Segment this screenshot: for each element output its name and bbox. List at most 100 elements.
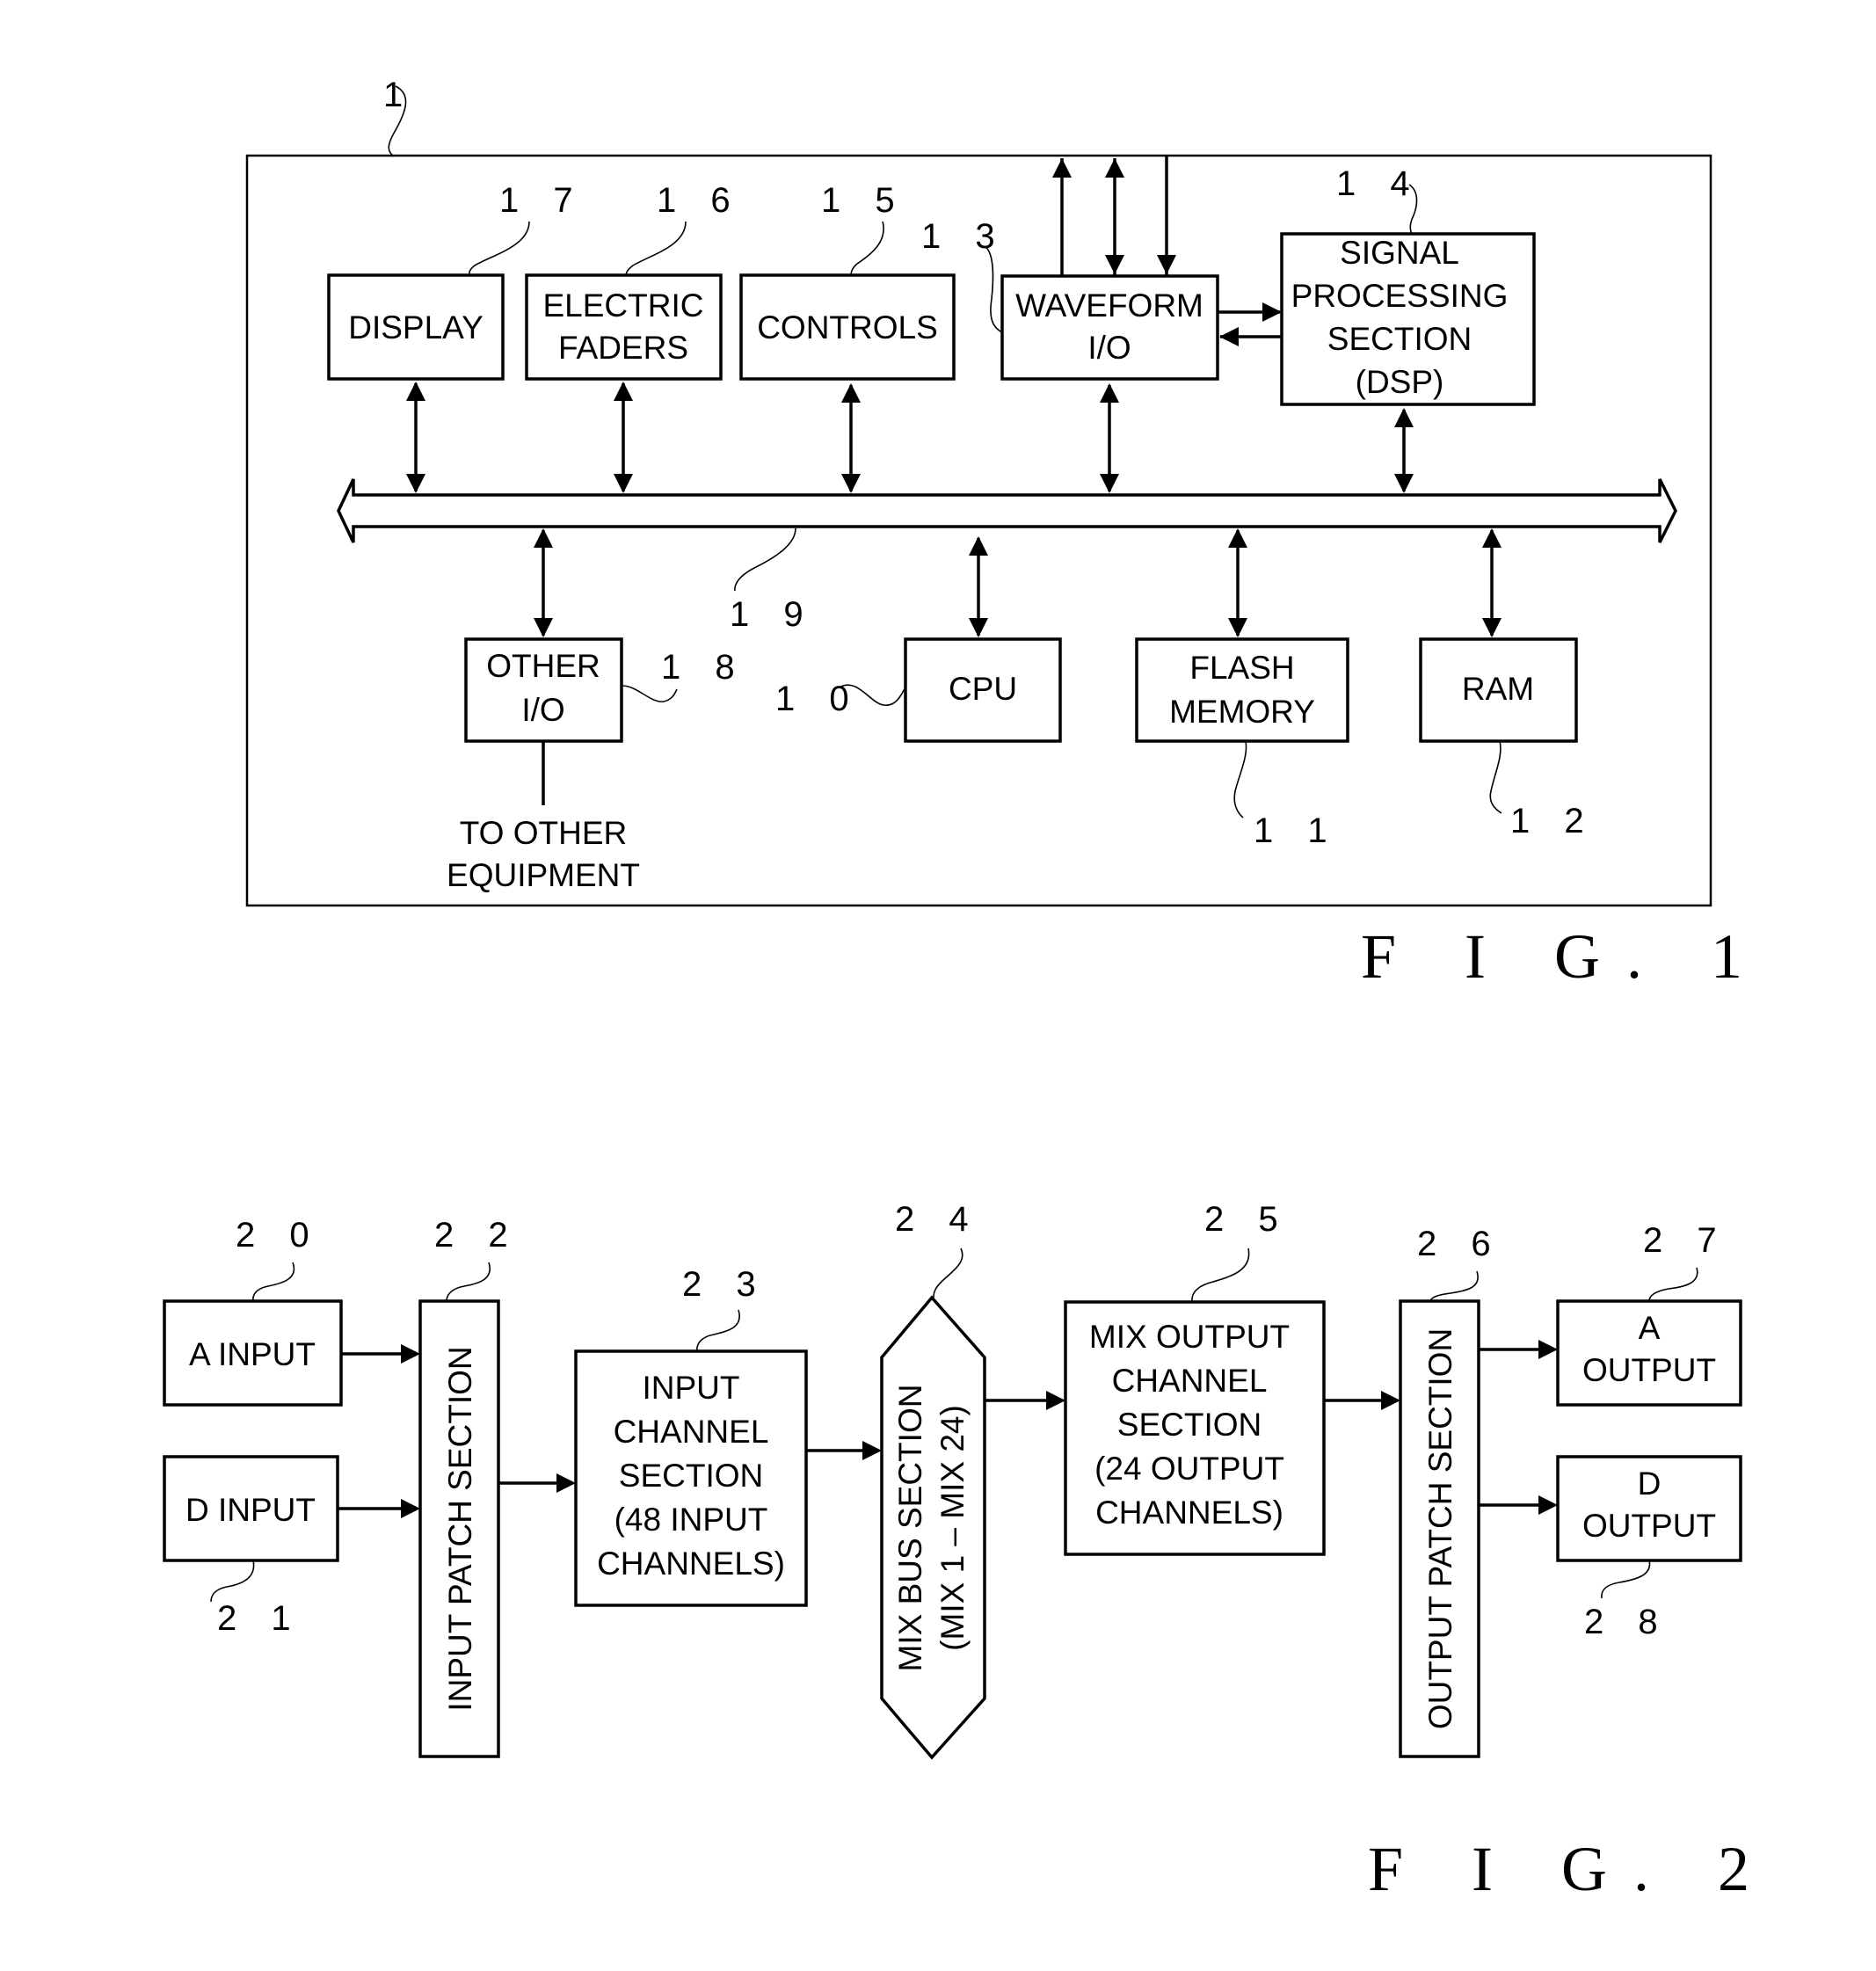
dsp-label-line4: (DSP) — [1356, 364, 1444, 400]
display-bus-link-top-arrowhead — [406, 382, 425, 401]
flash-label-line1: FLASH — [1189, 650, 1294, 686]
d-input-label: D INPUT — [185, 1492, 316, 1528]
ref-label-15: 1 5 — [821, 181, 907, 220]
block-a-output: A OUTPUT 2 7 — [1556, 1221, 1742, 1407]
other-io-label-line2: I/O — [521, 692, 564, 728]
external-label-line2: EQUIPMENT — [447, 857, 640, 893]
leader-12 — [1489, 740, 1502, 814]
ref-label-28: 2 8 — [1584, 1603, 1670, 1641]
block-input-patch: INPUT PATCH SECTION 2 2 — [418, 1216, 520, 1758]
d-output-line1: D — [1638, 1466, 1661, 1502]
figure-caption-1: F I G. 1 — [1361, 921, 1769, 992]
ref-label-22: 2 2 — [434, 1216, 520, 1255]
ref-label-25: 2 5 — [1204, 1200, 1291, 1239]
block-controls: CONTROLS 1 5 — [739, 181, 956, 381]
patch-to-input-channel-arrowhead — [556, 1473, 576, 1493]
waveform-bidir-top-arrowhead — [1105, 158, 1124, 178]
external-label-line1: TO OTHER — [460, 815, 628, 851]
display-bus-link-bottom-arrowhead — [406, 474, 425, 493]
waveform-dsp-arrows — [1218, 302, 1282, 346]
flash-label-line2: MEMORY — [1169, 694, 1315, 730]
waveform-label-line2: I/O — [1087, 330, 1131, 366]
ref-label-bus: 1 9 — [730, 595, 816, 634]
leader-23 — [696, 1309, 740, 1352]
ram-label: RAM — [1462, 671, 1534, 707]
block-mix-bus: MIX BUS SECTION (MIX 1 – MIX 24) 2 4 — [880, 1200, 986, 1760]
input-channel-line4: (48 INPUT — [614, 1502, 768, 1538]
ref-label-17: 1 7 — [499, 181, 585, 220]
faders-label-line2: FADERS — [558, 330, 688, 366]
cpu-label: CPU — [949, 671, 1017, 707]
block-mix-output: MIX OUTPUT CHANNEL SECTION (24 OUTPUT CH… — [1064, 1200, 1326, 1556]
mix-output-line3: SECTION — [1117, 1407, 1262, 1443]
ref-label-14: 1 4 — [1336, 164, 1422, 203]
waveform-bidir-bottom-arrowhead — [1105, 255, 1124, 274]
flash-bus-link-top-arrowhead — [1228, 528, 1247, 548]
faders-label-line1: ELECTRIC — [543, 287, 704, 324]
block-d-output: D OUTPUT 2 8 — [1556, 1455, 1742, 1641]
waveform-in-arrowhead — [1157, 255, 1176, 274]
ref-label-device: 1 — [383, 76, 415, 114]
block-waveform-io: WAVEFORM I/O 1 3 — [921, 217, 1219, 381]
leader-20 — [252, 1262, 295, 1302]
dsp-to-waveform-arrowhead — [1219, 327, 1239, 346]
leader-16 — [625, 221, 687, 277]
controls-bus-link-bottom-arrowhead — [841, 474, 861, 493]
figure-caption-2: F I G. 2 — [1368, 1834, 1776, 1904]
output-patch-to-d-output-arrowhead — [1538, 1495, 1558, 1515]
other-io-label-line1: OTHER — [486, 648, 600, 684]
leader-13 — [984, 245, 1003, 333]
input-channel-to-mix-bus-arrowhead — [862, 1441, 882, 1460]
ref-label-11: 1 1 — [1254, 811, 1340, 850]
waveform-bus-link-bottom-arrowhead — [1100, 474, 1119, 493]
ref-label-13: 1 3 — [921, 217, 1007, 256]
cpu-bus-link-bottom-arrowhead — [969, 618, 988, 637]
dsp-bus-link-bottom-arrowhead — [1394, 474, 1414, 493]
a-input-label: A INPUT — [189, 1336, 316, 1372]
dsp-bus-link-top-arrowhead — [1394, 408, 1414, 427]
block-signal-processing: SIGNAL PROCESSING SECTION (DSP) 1 4 — [1280, 164, 1536, 406]
ref-label-12: 1 2 — [1510, 802, 1596, 840]
mix-output-to-output-patch-arrowhead — [1381, 1391, 1400, 1410]
ref-label-21: 2 1 — [217, 1599, 303, 1638]
controls-bus-link-top-arrowhead — [841, 383, 861, 403]
display-label: DISPLAY — [348, 309, 484, 345]
mix-bus-label-line2: (MIX 1 – MIX 24) — [934, 1405, 971, 1651]
leader-26 — [1429, 1270, 1479, 1302]
faders-bus-link-top-arrowhead — [614, 382, 633, 401]
leader-bus — [734, 527, 796, 592]
block-a-input: A INPUT 2 0 — [163, 1216, 343, 1407]
input-channel-line5: CHANNELS) — [597, 1546, 785, 1582]
output-patch-label: OUTPUT PATCH SECTION — [1422, 1328, 1458, 1729]
dsp-label-line2: PROCESSING — [1291, 278, 1509, 314]
leader-18 — [622, 685, 678, 702]
d-output-line2: OUTPUT — [1582, 1508, 1716, 1544]
d-input-to-patch-arrowhead — [401, 1499, 420, 1518]
input-patch-label: INPUT PATCH SECTION — [442, 1346, 478, 1711]
waveform-bus-link-top-arrowhead — [1100, 383, 1119, 403]
block-d-input: D INPUT 2 1 — [163, 1455, 339, 1638]
block-flash-memory: FLASH MEMORY 1 1 — [1135, 637, 1349, 850]
ref-label-20: 2 0 — [236, 1216, 322, 1255]
mix-output-line4: (24 OUTPUT — [1094, 1451, 1284, 1487]
block-output-patch: OUTPUT PATCH SECTION 2 6 — [1399, 1225, 1491, 1758]
fig2-diagram: A INPUT 2 0 D INPUT 2 1 INPUT PATCH SECT… — [163, 1200, 1776, 1904]
input-channel-line3: SECTION — [619, 1458, 763, 1494]
leader-17 — [468, 221, 530, 277]
controls-label: CONTROLS — [757, 309, 938, 345]
waveform-to-dsp-arrowhead — [1262, 302, 1282, 322]
ref-label-27: 2 7 — [1643, 1221, 1729, 1260]
patent-figures: 1 1 9 DISPLAY 1 7 ELECTRIC FADERS 1 6 CO… — [163, 76, 1776, 1904]
ref-label-16: 1 6 — [657, 181, 743, 220]
block-other-io: OTHER I/O 1 8 TO OTHER EQUIPMENT — [447, 637, 735, 893]
input-channel-line2: CHANNEL — [614, 1414, 769, 1450]
ram-bus-link-bottom-arrowhead — [1482, 618, 1502, 637]
waveform-out-arrowhead — [1052, 158, 1072, 178]
ram-bus-link-top-arrowhead — [1482, 528, 1502, 548]
mix-output-line5: CHANNELS) — [1095, 1495, 1283, 1531]
leader-22 — [446, 1262, 491, 1302]
leader-28 — [1601, 1560, 1651, 1599]
other-io-bus-link-bottom-arrowhead — [534, 618, 553, 637]
system-bus — [337, 478, 1677, 543]
a-output-line1: A — [1639, 1310, 1661, 1346]
